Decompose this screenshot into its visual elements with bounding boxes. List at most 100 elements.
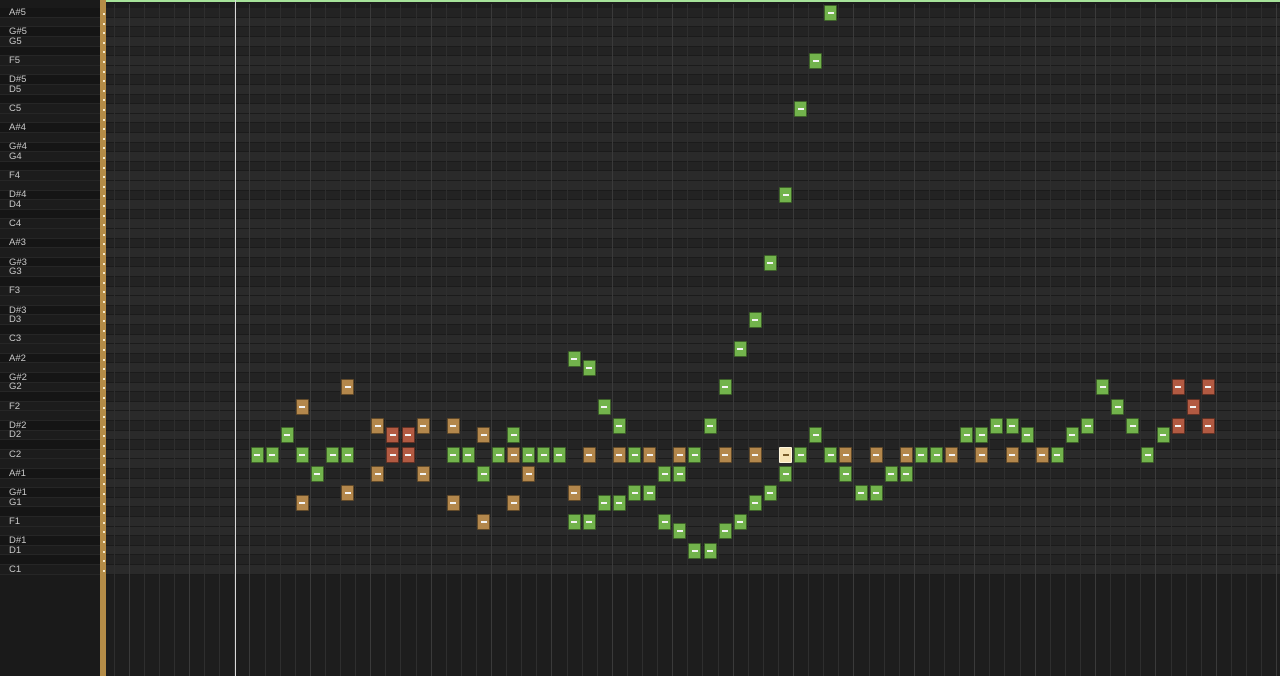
pitch-lane[interactable] (100, 421, 1280, 431)
pitch-lane[interactable] (100, 430, 1280, 441)
note[interactable] (295, 398, 309, 415)
note[interactable] (945, 446, 959, 463)
note[interactable] (552, 446, 566, 463)
note[interactable] (386, 427, 400, 444)
pitch-lane[interactable] (100, 401, 1280, 412)
note[interactable] (779, 187, 792, 204)
note[interactable] (884, 465, 898, 482)
pitch-lane[interactable] (100, 229, 1280, 239)
pitch-lane[interactable] (100, 104, 1280, 114)
note[interactable] (673, 446, 687, 463)
pitch-lane[interactable] (100, 363, 1280, 373)
note[interactable] (250, 446, 264, 463)
note[interactable] (265, 446, 279, 463)
note-grid[interactable] (100, 0, 1280, 676)
pitch-lane[interactable] (100, 17, 1280, 28)
note[interactable] (658, 465, 672, 482)
pitch-lane[interactable] (100, 478, 1280, 489)
note[interactable] (748, 446, 762, 463)
pitch-lane[interactable] (100, 497, 1280, 508)
note[interactable] (1126, 417, 1140, 434)
note[interactable] (975, 427, 989, 444)
note[interactable] (1081, 417, 1094, 434)
pitch-lane[interactable] (100, 27, 1280, 37)
note[interactable] (341, 485, 355, 501)
pitch-lane[interactable] (100, 56, 1280, 66)
pitch-lane[interactable] (100, 238, 1280, 249)
pitch-lane[interactable] (100, 152, 1280, 162)
note[interactable] (643, 446, 657, 463)
pitch-lane[interactable] (100, 113, 1280, 124)
note[interactable] (612, 494, 626, 511)
pitch-lane[interactable] (100, 469, 1280, 479)
pitch-lane[interactable] (100, 85, 1280, 95)
note[interactable] (477, 465, 490, 482)
note[interactable] (507, 427, 521, 444)
pitch-lane[interactable] (100, 123, 1280, 133)
note[interactable] (733, 341, 747, 357)
pitch-lane[interactable] (100, 94, 1280, 105)
note[interactable] (748, 312, 762, 329)
note[interactable] (899, 465, 913, 482)
note[interactable] (597, 494, 611, 511)
pitch-lane[interactable] (100, 296, 1280, 306)
note[interactable] (1035, 446, 1049, 463)
note[interactable] (763, 485, 777, 501)
note[interactable] (1171, 417, 1185, 434)
note[interactable] (658, 513, 672, 530)
note[interactable] (1020, 427, 1034, 444)
note[interactable] (869, 485, 883, 501)
pitch-lane[interactable] (100, 257, 1280, 268)
note[interactable] (1201, 417, 1215, 434)
note[interactable] (446, 417, 460, 434)
note[interactable] (824, 446, 838, 463)
note[interactable] (673, 465, 687, 482)
pitch-lane[interactable] (100, 133, 1280, 143)
playhead-line[interactable] (235, 0, 236, 676)
note[interactable] (1065, 427, 1079, 444)
note[interactable] (990, 417, 1004, 434)
note[interactable] (567, 513, 581, 530)
note[interactable] (567, 485, 581, 501)
pitch-lane[interactable] (100, 267, 1280, 277)
note[interactable] (975, 446, 989, 463)
note[interactable] (673, 523, 687, 540)
pitch-lane[interactable] (100, 171, 1280, 181)
note[interactable] (477, 513, 490, 530)
pitch-lane[interactable] (100, 46, 1280, 57)
note[interactable] (326, 446, 339, 463)
note[interactable] (401, 427, 415, 444)
note[interactable] (794, 446, 808, 463)
note[interactable] (809, 427, 823, 444)
note[interactable] (612, 417, 626, 434)
pitch-lane[interactable] (100, 181, 1280, 191)
note[interactable] (1171, 379, 1185, 396)
note[interactable] (582, 360, 596, 377)
pitch-lane[interactable] (100, 209, 1280, 220)
pitch-lane[interactable] (100, 344, 1280, 354)
pitch-lane[interactable] (100, 526, 1280, 537)
note[interactable] (567, 350, 581, 367)
pitch-lane[interactable] (100, 190, 1280, 201)
pitch-lane[interactable] (100, 507, 1280, 517)
pitch-lane[interactable] (100, 305, 1280, 316)
note[interactable] (779, 465, 792, 482)
region-start-strip[interactable] (100, 0, 106, 676)
note[interactable] (703, 417, 717, 434)
note[interactable] (446, 494, 460, 511)
note[interactable] (854, 485, 868, 501)
note[interactable] (371, 417, 385, 434)
note[interactable] (295, 446, 309, 463)
note[interactable] (416, 465, 430, 482)
pitch-lane[interactable] (100, 37, 1280, 47)
pitch-lane[interactable] (100, 325, 1280, 335)
note[interactable] (371, 465, 385, 482)
note[interactable] (899, 446, 913, 463)
note[interactable] (1186, 398, 1200, 415)
pitch-lane[interactable] (100, 315, 1280, 325)
note[interactable] (537, 446, 551, 463)
note[interactable] (1005, 446, 1019, 463)
note[interactable] (597, 398, 611, 415)
note[interactable] (341, 379, 355, 396)
note[interactable] (341, 446, 355, 463)
